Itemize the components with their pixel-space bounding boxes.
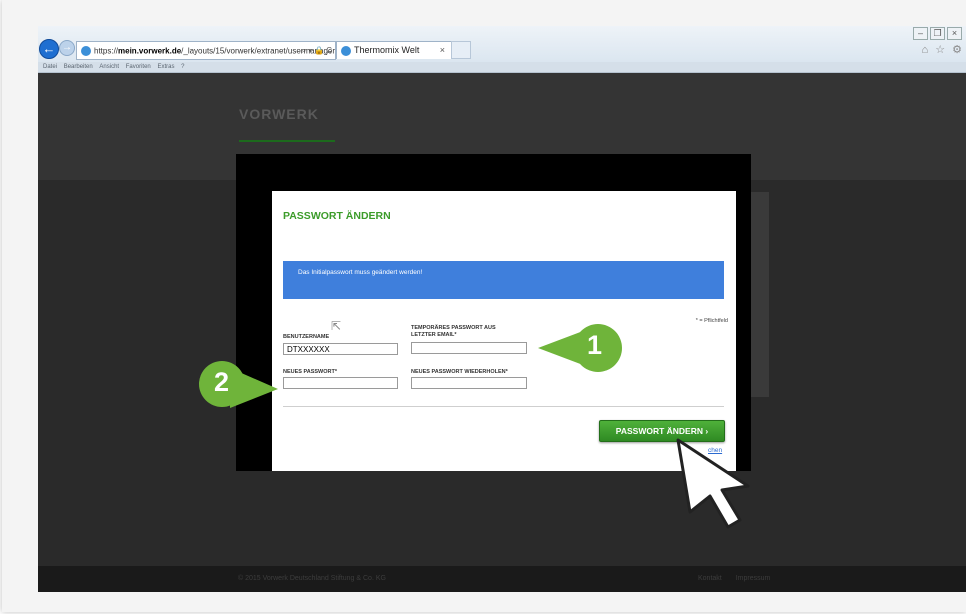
tab-close-icon[interactable]: × xyxy=(440,42,445,59)
address-url: https://mein.vorwerk.de/_layouts/15/vorw… xyxy=(94,46,335,56)
restore-icon[interactable]: ❐ xyxy=(930,27,945,40)
address-tools[interactable]: ⌕ ▾ 🔒 C xyxy=(302,42,332,59)
close-window-icon[interactable]: × xyxy=(947,27,962,40)
menu-item-ansicht[interactable]: Ansicht xyxy=(99,64,119,70)
toolbar-icons[interactable]: ⌂ ☆ ⚙ xyxy=(922,43,964,56)
repeat-password-label: NEUES PASSWORT WIEDERHOLEN* xyxy=(411,369,508,375)
step-2-annotation xyxy=(199,361,278,408)
cursor-pointer-icon xyxy=(676,438,750,529)
vorwerk-logo: VORWERK xyxy=(239,106,319,122)
step-2-number: 2 xyxy=(214,367,230,397)
menu-bar: Datei Bearbeiten Ansicht Favoriten Extra… xyxy=(38,62,966,73)
url-domain: mein.vorwerk.de xyxy=(118,46,182,56)
menu-item-extras[interactable]: Extras xyxy=(157,64,174,70)
footer-link-kontakt[interactable]: Kontakt xyxy=(698,575,722,582)
menu-item-favoriten[interactable]: Favoriten xyxy=(126,64,151,70)
menu-item-help[interactable]: ? xyxy=(181,64,184,70)
minimize-icon[interactable]: – xyxy=(913,27,928,40)
browser-tab[interactable]: Thermomix Welt × xyxy=(336,41,452,59)
footer-copyright: © 2015 Vorwerk Deutschland Stiftung & Co… xyxy=(238,575,386,582)
required-note: * = Pflichtfeld xyxy=(695,318,728,324)
username-field[interactable]: DTXXXXXX xyxy=(283,343,398,355)
tab-ie-icon xyxy=(341,45,351,56)
info-banner: Das Initialpasswort muss geändert werden… xyxy=(283,261,724,299)
footer-links: Kontakt Impressum xyxy=(698,566,782,592)
new-tab-button[interactable] xyxy=(451,41,471,59)
temp-password-field[interactable] xyxy=(411,342,527,354)
window-controls: – ❐ × xyxy=(911,27,962,40)
step-1-number: 1 xyxy=(587,330,603,360)
footer-link-impressum[interactable]: Impressum xyxy=(736,575,771,582)
dialog-divider xyxy=(283,406,724,407)
forward-button[interactable]: → xyxy=(59,40,75,56)
new-password-field[interactable] xyxy=(283,377,398,389)
back-button[interactable]: ← xyxy=(39,39,59,59)
tab-title: Thermomix Welt xyxy=(354,45,420,55)
dialog-title: PASSWORT ÄNDERN xyxy=(283,210,391,222)
mouse-pointer-icon: ⇱ xyxy=(331,319,342,333)
page-footer: © 2015 Vorwerk Deutschland Stiftung & Co… xyxy=(38,566,966,592)
menu-item-bearbeiten[interactable]: Bearbeiten xyxy=(64,64,93,70)
new-password-label: NEUES PASSWORT* xyxy=(283,369,337,375)
info-message: Das Initialpasswort muss geändert werden… xyxy=(298,269,423,276)
change-password-dialog: PASSWORT ÄNDERN Das Initialpasswort muss… xyxy=(272,191,736,471)
repeat-password-field[interactable] xyxy=(411,377,527,389)
temp-password-label: TEMPORÄRES PASSWORT AUS LETZTER EMAIL* xyxy=(411,325,496,338)
logo-underline xyxy=(239,140,335,142)
username-label: BENUTZERNAME xyxy=(283,334,330,340)
address-bar[interactable]: https://mein.vorwerk.de/_layouts/15/vorw… xyxy=(76,41,336,60)
url-prefix: https:// xyxy=(94,46,119,56)
browser-toolbar: ← → https://mein.vorwerk.de/_layouts/15/… xyxy=(38,26,966,62)
step-1-annotation xyxy=(538,324,622,372)
ie-icon xyxy=(81,45,91,56)
menu-item-datei[interactable]: Datei xyxy=(43,64,57,70)
